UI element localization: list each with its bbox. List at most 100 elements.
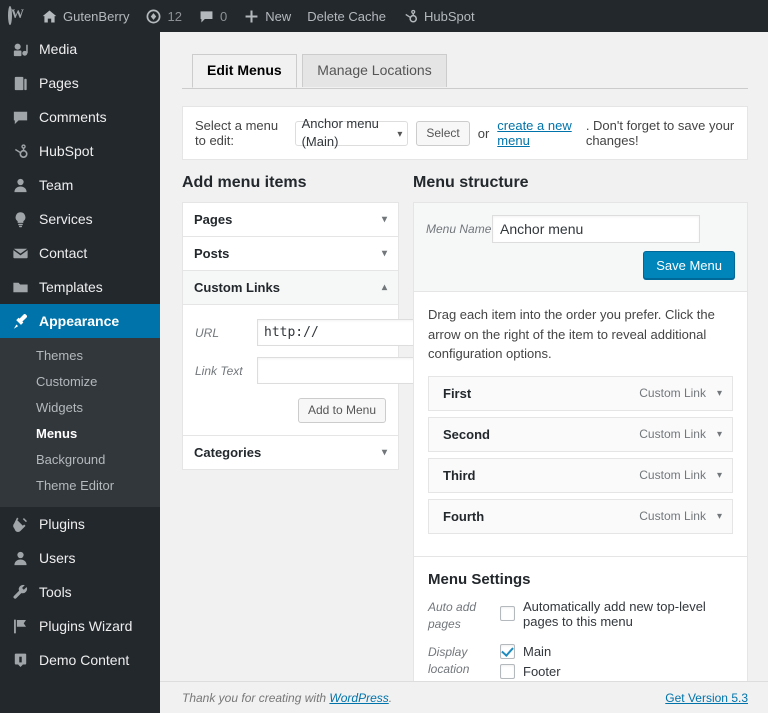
sidebar-item-team[interactable]: Team bbox=[0, 168, 160, 202]
menu-item-title: Third bbox=[443, 468, 476, 483]
get-version-link[interactable]: Get Version 5.3 bbox=[665, 691, 748, 705]
sidebar-item-plugins[interactable]: Plugins bbox=[0, 507, 160, 541]
sidebar-item-label: Templates bbox=[39, 279, 103, 295]
sidebar-item-label: Pages bbox=[39, 75, 79, 91]
home-icon bbox=[41, 8, 58, 25]
or-text: or bbox=[478, 126, 490, 141]
menu-select-value: Anchor menu (Main) bbox=[302, 115, 388, 151]
chevron-down-icon[interactable]: ▾ bbox=[382, 248, 387, 259]
menu-name-label: Menu Name bbox=[426, 222, 492, 236]
url-field-row: URL bbox=[195, 319, 386, 346]
sidebar-item-hubspot[interactable]: HubSpot bbox=[0, 134, 160, 168]
sidebar-item-label: Services bbox=[39, 211, 93, 227]
hubspot-sprocket-icon bbox=[10, 141, 30, 161]
delete-cache-button[interactable]: Delete Cache bbox=[299, 0, 394, 32]
accordion-custom-links-header[interactable]: Custom Links ▴ bbox=[183, 271, 398, 305]
chevron-down-icon[interactable]: ▾ bbox=[717, 429, 722, 440]
menu-item-third[interactable]: Third Custom Link ▾ bbox=[428, 458, 733, 493]
wordpress-logo-button[interactable] bbox=[0, 0, 33, 32]
plus-icon bbox=[243, 8, 260, 25]
add-menu-items-column: Add menu items Pages ▾ Posts ▾ Custom Li… bbox=[182, 173, 399, 470]
add-to-menu-button[interactable]: Add to Menu bbox=[298, 398, 386, 423]
submenu-item-widgets[interactable]: Widgets bbox=[0, 395, 160, 421]
updates-button[interactable]: 12 bbox=[137, 0, 189, 32]
folder-icon bbox=[10, 277, 30, 297]
menu-item-type: Custom Link bbox=[639, 427, 706, 441]
lightbulb-icon bbox=[10, 209, 30, 229]
menu-item-first[interactable]: FirstCustom Link▾ bbox=[428, 376, 733, 411]
sidebar-item-tools[interactable]: Tools bbox=[0, 575, 160, 609]
download-box-icon bbox=[10, 650, 30, 670]
menu-select-dropdown[interactable]: Anchor menu (Main) bbox=[295, 121, 409, 146]
chevron-down-icon[interactable]: ▾ bbox=[382, 214, 387, 225]
submenu-item-themes[interactable]: Themes bbox=[0, 343, 160, 369]
sidebar-item-users[interactable]: Users bbox=[0, 541, 160, 575]
sidebar-item-templates[interactable]: Templates bbox=[0, 270, 160, 304]
comments-button[interactable]: 0 bbox=[190, 0, 235, 32]
menu-item-type: Custom Link bbox=[639, 509, 706, 523]
menu-structure-panel: Menu Name Save Menu Drag each item into … bbox=[413, 202, 748, 713]
location-label: Footer bbox=[523, 664, 561, 679]
comment-bubble-icon bbox=[10, 107, 30, 127]
chevron-up-icon[interactable]: ▴ bbox=[382, 282, 387, 293]
menu-item-second[interactable]: SecondCustom Link▾ bbox=[428, 417, 733, 452]
appearance-submenu: ThemesCustomizeWidgetsMenusBackgroundThe… bbox=[0, 338, 160, 507]
menu-item-fourth[interactable]: FourthCustom Link▾ bbox=[428, 499, 733, 534]
comments-count: 0 bbox=[220, 9, 227, 24]
sidebar-item-media[interactable]: Media bbox=[0, 32, 160, 66]
person-icon bbox=[10, 548, 30, 568]
chevron-down-icon[interactable]: ▾ bbox=[717, 388, 722, 399]
sidebar-item-demo-content[interactable]: Demo Content bbox=[0, 643, 160, 677]
chevron-down-icon[interactable]: ▾ bbox=[717, 511, 722, 522]
admin-bar: GutenBerry 12 0 New Delete Cache bbox=[0, 0, 768, 32]
accordion-pages-header[interactable]: Pages ▾ bbox=[183, 203, 398, 237]
submenu-item-theme-editor[interactable]: Theme Editor bbox=[0, 473, 160, 499]
comment-bubble-icon bbox=[198, 8, 215, 25]
menu-settings-title: Menu Settings bbox=[428, 571, 733, 588]
display-location-footer: Footer bbox=[500, 664, 733, 679]
submenu-item-customize[interactable]: Customize bbox=[0, 369, 160, 395]
sidebar-item-contact[interactable]: Contact bbox=[0, 236, 160, 270]
sidebar-item-label: Plugins bbox=[39, 516, 85, 532]
sidebar-item-label: Appearance bbox=[39, 313, 119, 329]
new-content-button[interactable]: New bbox=[235, 0, 299, 32]
menu-item-title: First bbox=[443, 386, 471, 401]
sidebar-item-label: Comments bbox=[39, 109, 107, 125]
location-checkbox-footer[interactable] bbox=[500, 664, 515, 679]
sidebar-item-plugins-wizard[interactable]: Plugins Wizard bbox=[0, 609, 160, 643]
sidebar-item-pages[interactable]: Pages bbox=[0, 66, 160, 100]
auto-add-pages-checkbox-label: Automatically add new top-level pages to… bbox=[523, 599, 733, 629]
wordpress-logo-icon bbox=[8, 8, 25, 25]
menu-structure-column: Menu structure Menu Name Save Menu Drag … bbox=[413, 173, 748, 713]
site-name-button[interactable]: GutenBerry bbox=[33, 0, 137, 32]
menu-item-type: Custom Link bbox=[639, 468, 706, 482]
tab-edit-menus[interactable]: Edit Menus bbox=[192, 54, 297, 88]
submenu-item-menus[interactable]: Menus bbox=[0, 421, 160, 447]
submenu-item-background[interactable]: Background bbox=[0, 447, 160, 473]
select-menu-button[interactable]: Select bbox=[416, 121, 469, 146]
sidebar-item-appearance[interactable]: Appearance bbox=[0, 304, 160, 338]
location-label: Main bbox=[523, 644, 551, 659]
sidebar-item-comments[interactable]: Comments bbox=[0, 100, 160, 134]
link-text-field-row: Link Text bbox=[195, 357, 386, 384]
menu-structure-help-text: Drag each item into the order you prefer… bbox=[414, 292, 747, 376]
sidebar-item-label: Media bbox=[39, 41, 77, 57]
create-new-menu-link[interactable]: create a new menu bbox=[497, 118, 578, 148]
chevron-down-icon[interactable]: ▾ bbox=[717, 470, 722, 481]
accordion-posts-header[interactable]: Posts ▾ bbox=[183, 237, 398, 271]
tab-manage-locations[interactable]: Manage Locations bbox=[302, 54, 446, 87]
hubspot-button[interactable]: HubSpot bbox=[394, 0, 483, 32]
sidebar-item-services[interactable]: Services bbox=[0, 202, 160, 236]
nav-tabs: Edit Menus Manage Locations bbox=[182, 53, 748, 89]
footer-thanks-prefix: Thank you for creating with bbox=[182, 691, 329, 705]
person-icon bbox=[10, 175, 30, 195]
hubspot-sprocket-icon bbox=[402, 8, 419, 25]
chevron-down-icon[interactable]: ▾ bbox=[382, 447, 387, 458]
wordpress-link[interactable]: WordPress bbox=[329, 691, 388, 705]
save-menu-button-top[interactable]: Save Menu bbox=[643, 251, 735, 279]
auto-add-pages-checkbox[interactable] bbox=[500, 606, 515, 621]
add-menu-items-title: Add menu items bbox=[182, 173, 399, 193]
location-checkbox-main[interactable] bbox=[500, 644, 515, 659]
menu-name-input[interactable] bbox=[492, 215, 700, 243]
accordion-categories-header[interactable]: Categories ▾ bbox=[183, 436, 398, 469]
